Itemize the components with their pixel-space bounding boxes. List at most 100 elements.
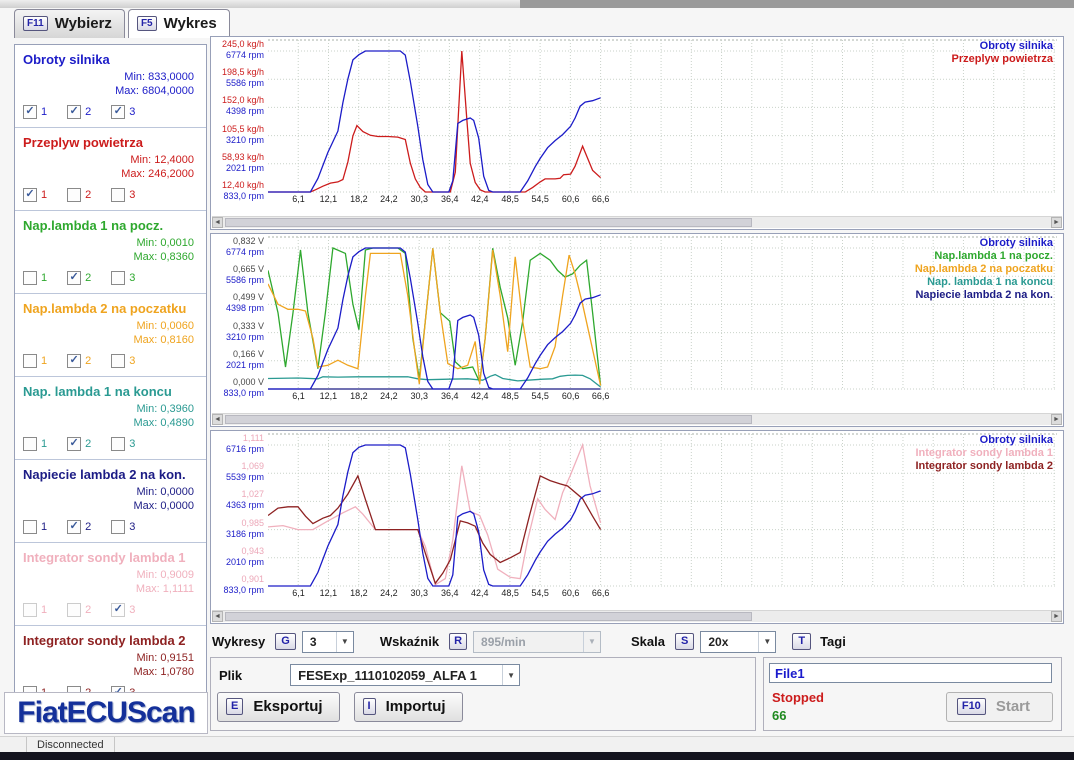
chart-2-checkbox[interactable]: ✓ bbox=[67, 520, 81, 534]
session-name-input[interactable] bbox=[769, 663, 1052, 683]
f10-key-badge: F10 bbox=[957, 698, 986, 715]
scroll-left-arrow-icon[interactable]: ◄ bbox=[212, 611, 223, 622]
chart-panel-3: Obroty silnikaIntegrator sondy lambda 1I… bbox=[210, 430, 1064, 624]
checkbox-number-label: 2 bbox=[85, 355, 91, 367]
signal-max-value: Max: 0,4890 bbox=[23, 416, 198, 430]
x-axis-tick-label: 36,4 bbox=[437, 194, 463, 204]
logo-box: FiatECUScan bbox=[4, 692, 208, 734]
scrollbar-thumb[interactable] bbox=[225, 415, 752, 424]
chart-1-checkbox[interactable]: ✓ bbox=[23, 105, 37, 119]
chart-horizontal-scrollbar[interactable]: ◄► bbox=[212, 413, 1062, 425]
signal-name: Przeplyw powietrza bbox=[23, 135, 198, 150]
x-axis-tick-label: 18,2 bbox=[346, 588, 372, 598]
chart-2-checkbox[interactable]: ✓ bbox=[67, 437, 81, 451]
y-axis-label: 1,1116716 rpm bbox=[211, 433, 264, 455]
chart-3-checkbox[interactable] bbox=[111, 271, 125, 285]
chart-horizontal-scrollbar[interactable]: ◄► bbox=[212, 610, 1062, 622]
chart-3-checkbox[interactable]: ✓ bbox=[111, 603, 125, 617]
chevron-down-icon: ▼ bbox=[758, 632, 775, 652]
chart-horizontal-scrollbar[interactable]: ◄► bbox=[212, 216, 1062, 228]
scrollbar-thumb[interactable] bbox=[225, 612, 752, 621]
y-axis-rpm-label: 2021 rpm bbox=[226, 360, 264, 370]
plik-row: Plik FESExp_1110102059_ALFA 1 ▼ bbox=[219, 664, 520, 686]
scale-dropdown[interactable]: 20x ▼ bbox=[700, 631, 776, 653]
chart-1-checkbox[interactable] bbox=[23, 354, 37, 368]
signal-name: Integrator sondy lambda 2 bbox=[23, 633, 198, 648]
tab-wybierz[interactable]: F11 Wybierz bbox=[14, 9, 125, 38]
chart-3-checkbox[interactable] bbox=[111, 188, 125, 202]
checkbox-item: 1 bbox=[23, 271, 47, 285]
y-axis-label: 198,5 kg/h5586 rpm bbox=[211, 67, 264, 89]
y-axis-rpm-label: 5586 rpm bbox=[226, 78, 264, 88]
chart-legend: Obroty silnikaNap.lambda 1 na pocz.Nap.l… bbox=[915, 237, 1053, 302]
y-axis-label: 0,499 V4398 rpm bbox=[211, 292, 264, 314]
export-button[interactable]: E Eksportuj bbox=[217, 692, 340, 722]
x-axis-tick-label: 48,5 bbox=[497, 194, 523, 204]
checkbox-item: 3 bbox=[111, 188, 135, 202]
scroll-right-arrow-icon[interactable]: ► bbox=[1051, 611, 1062, 622]
chart-3-checkbox[interactable] bbox=[111, 437, 125, 451]
checkbox-number-label: 1 bbox=[41, 272, 47, 284]
scrollbar-thumb[interactable] bbox=[225, 218, 752, 227]
window-bottom-edge bbox=[0, 752, 1074, 760]
controls-row: Wykresy G 3 ▼ Wskaźnik R 895/min ▼ Skala… bbox=[212, 628, 1062, 655]
chart-3-checkbox[interactable]: ✓ bbox=[111, 105, 125, 119]
y-axis-value-label: 0,333 V bbox=[233, 321, 264, 331]
checkbox-item: 1 bbox=[23, 603, 47, 617]
chart-legend: Obroty silnikaPrzeplyw powietrza bbox=[952, 40, 1053, 66]
tab-wykres-label: Wykres bbox=[164, 15, 217, 32]
chart-1-checkbox[interactable] bbox=[23, 520, 37, 534]
signal-checkbox-row: 12✓3 bbox=[23, 603, 198, 617]
file-dropdown[interactable]: FESExp_1110102059_ALFA 1 ▼ bbox=[290, 664, 520, 686]
chart-1-checkbox[interactable] bbox=[23, 271, 37, 285]
chart-2-checkbox[interactable]: ✓ bbox=[67, 271, 81, 285]
sample-counter: 66 bbox=[772, 708, 786, 723]
scroll-right-arrow-icon[interactable]: ► bbox=[1051, 217, 1062, 228]
signal-min-value: Min: 0,9009 bbox=[23, 568, 198, 582]
y-axis-rpm-label: 3210 rpm bbox=[226, 332, 264, 342]
graph-count-dropdown[interactable]: 3 ▼ bbox=[302, 631, 354, 653]
signal-group: Integrator sondy lambda 1Min: 0,9009Max:… bbox=[15, 542, 206, 625]
signal-checkbox-row: ✓1✓2✓3 bbox=[23, 105, 198, 119]
checkbox-number-label: 3 bbox=[129, 355, 135, 367]
chart-3-checkbox[interactable] bbox=[111, 354, 125, 368]
checkbox-number-label: 2 bbox=[85, 106, 91, 118]
chart-2-checkbox[interactable] bbox=[67, 603, 81, 617]
checkbox-item: 3 bbox=[111, 437, 135, 451]
checkbox-number-label: 2 bbox=[85, 604, 91, 616]
wykresy-label: Wykresy bbox=[212, 634, 265, 649]
chart-2-checkbox[interactable]: ✓ bbox=[67, 105, 81, 119]
chart-3-checkbox[interactable] bbox=[111, 520, 125, 534]
y-axis-value-label: 58,93 kg/h bbox=[222, 152, 264, 162]
signal-group: Nap. lambda 1 na koncuMin: 0,3960Max: 0,… bbox=[15, 376, 206, 459]
chart-panel-1: Obroty silnikaPrzeplyw powietrza245,0 kg… bbox=[210, 36, 1064, 230]
scroll-left-arrow-icon[interactable]: ◄ bbox=[212, 217, 223, 228]
x-axis-tick-label: 66,6 bbox=[588, 391, 614, 401]
checkbox-item: ✓2 bbox=[67, 520, 91, 534]
start-button[interactable]: F10 Start bbox=[946, 692, 1053, 722]
signal-group: Integrator sondy lambda 2Min: 0,9151Max:… bbox=[15, 625, 206, 693]
session-panel: Stopped 66 F10 Start bbox=[763, 657, 1062, 731]
signal-max-value: Max: 0,8160 bbox=[23, 333, 198, 347]
chart-2-checkbox[interactable]: ✓ bbox=[67, 354, 81, 368]
y-axis-rpm-label: 6774 rpm bbox=[226, 247, 264, 257]
y-axis-label: 152,0 kg/h4398 rpm bbox=[211, 95, 264, 117]
graph-count-value: 3 bbox=[310, 635, 317, 649]
scroll-left-arrow-icon[interactable]: ◄ bbox=[212, 414, 223, 425]
chart-1-checkbox[interactable] bbox=[23, 603, 37, 617]
chart-1-checkbox[interactable]: ✓ bbox=[23, 188, 37, 202]
chart-2-checkbox[interactable] bbox=[67, 188, 81, 202]
chart-1-checkbox[interactable] bbox=[23, 437, 37, 451]
x-axis-tick-label: 54,5 bbox=[527, 391, 553, 401]
chevron-down-icon: ▼ bbox=[583, 632, 600, 652]
import-button[interactable]: I Importuj bbox=[354, 692, 463, 722]
i-key-badge: I bbox=[363, 698, 376, 715]
checkbox-number-label: 1 bbox=[41, 521, 47, 533]
checkbox-number-label: 1 bbox=[41, 106, 47, 118]
tab-wykres[interactable]: F5 Wykres bbox=[128, 9, 230, 38]
checkbox-number-label: 1 bbox=[41, 189, 47, 201]
Nap.lambda 2 na poczatku-line bbox=[268, 248, 601, 385]
scroll-right-arrow-icon[interactable]: ► bbox=[1051, 414, 1062, 425]
x-axis-tick-label: 60,6 bbox=[558, 391, 584, 401]
x-axis-tick-label: 42,4 bbox=[467, 194, 493, 204]
